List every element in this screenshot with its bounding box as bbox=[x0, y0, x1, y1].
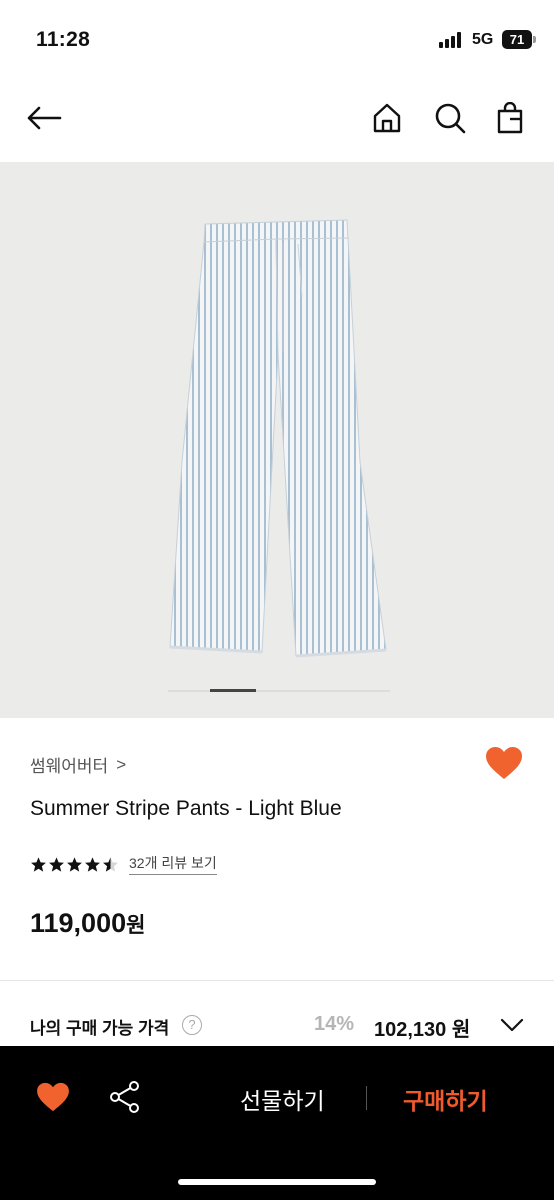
shopping-bag-icon bbox=[497, 102, 523, 134]
buy-button[interactable]: 구매하기 bbox=[403, 1082, 488, 1116]
half-star-icon bbox=[103, 856, 118, 872]
arrow-left-icon bbox=[27, 106, 62, 130]
bag-button[interactable] bbox=[488, 96, 532, 140]
home-indicator bbox=[178, 1179, 376, 1185]
my-price-row[interactable]: 나의 구매 가능 가격 ? 14% 102,130 원 bbox=[30, 1010, 524, 1042]
my-price-label: 나의 구매 가능 가격 bbox=[30, 1019, 170, 1038]
divider bbox=[0, 980, 554, 981]
product-image-carousel[interactable] bbox=[0, 162, 554, 718]
product-title: Summer Stripe Pants - Light Blue bbox=[30, 797, 342, 820]
star-icon bbox=[85, 856, 100, 872]
top-nav bbox=[0, 80, 554, 162]
share-button[interactable] bbox=[108, 1080, 142, 1114]
chevron-right-icon: > bbox=[116, 754, 127, 774]
star-icon bbox=[49, 856, 64, 872]
battery-icon: 71 bbox=[502, 30, 532, 49]
price-value: 119,000 bbox=[30, 908, 127, 938]
product-price: 119,000원 bbox=[30, 908, 145, 939]
rating-stars bbox=[30, 856, 119, 873]
share-icon bbox=[110, 1081, 139, 1113]
like-button[interactable] bbox=[485, 746, 523, 782]
signal-icon bbox=[439, 32, 465, 48]
brand-name: 썸웨어버터 bbox=[30, 757, 109, 776]
price-unit: 원 bbox=[126, 914, 146, 937]
my-price-value: 102,130 원 bbox=[374, 1019, 471, 1041]
discount-rate: 14% bbox=[314, 1013, 355, 1035]
star-icon bbox=[31, 856, 46, 872]
network-label: 5G bbox=[472, 31, 494, 48]
carousel-indicator-active bbox=[210, 689, 256, 692]
home-icon bbox=[373, 103, 401, 133]
back-button[interactable] bbox=[22, 96, 66, 140]
gift-button[interactable]: 선물하기 bbox=[240, 1082, 325, 1116]
heart-icon bbox=[37, 1082, 69, 1112]
bottom-separator bbox=[366, 1086, 367, 1110]
home-button[interactable] bbox=[365, 96, 409, 140]
carousel-indicator-track bbox=[168, 690, 390, 692]
bottom-action-bar: 선물하기 구매하기 bbox=[0, 1046, 554, 1200]
help-icon[interactable]: ? bbox=[182, 1015, 202, 1035]
search-icon bbox=[435, 103, 466, 134]
brand-link[interactable]: 썸웨어버터 > bbox=[30, 752, 126, 777]
chevron-down-icon[interactable] bbox=[500, 1016, 524, 1034]
battery-tip bbox=[533, 36, 536, 43]
search-button[interactable] bbox=[428, 96, 472, 140]
striped-pants-photo bbox=[169, 219, 387, 658]
heart-icon bbox=[486, 747, 522, 779]
review-link[interactable]: 32개 리뷰 보기 bbox=[129, 853, 217, 875]
rating-row: 32개 리뷰 보기 bbox=[30, 853, 217, 875]
star-icon bbox=[67, 856, 82, 872]
bottom-like-button[interactable] bbox=[36, 1082, 70, 1114]
status-time: 11:28 bbox=[36, 28, 91, 51]
status-bar: 11:28 5G 71 bbox=[0, 0, 554, 80]
